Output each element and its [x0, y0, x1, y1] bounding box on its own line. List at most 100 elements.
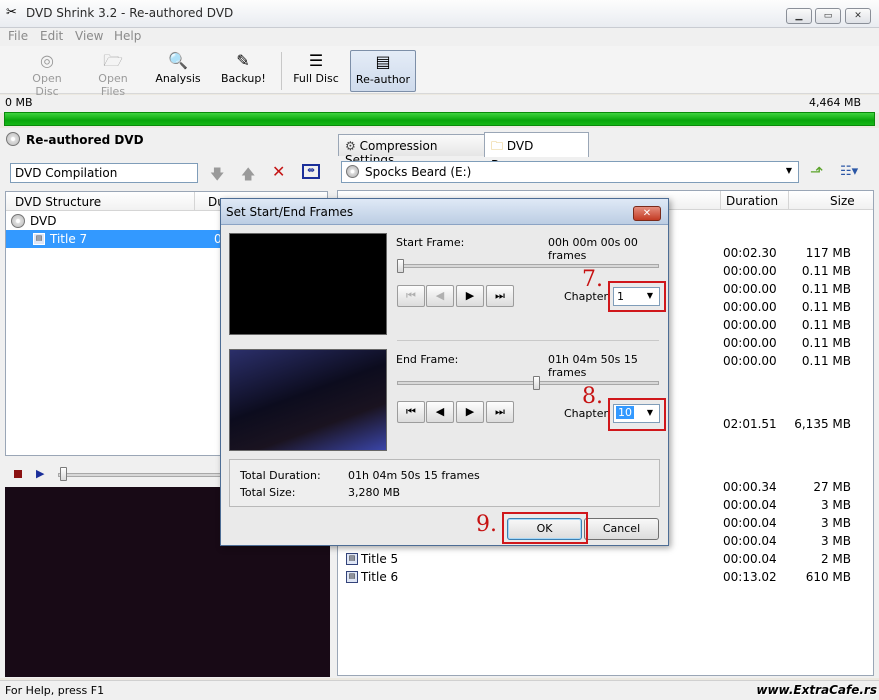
backup-icon: ✎: [236, 51, 250, 70]
open-disc-button[interactable]: ◎ Open Disc: [20, 50, 74, 98]
status-text: For Help, press F1: [5, 684, 105, 697]
dvd-icon: [6, 132, 20, 146]
start-skip-back-button[interactable]: ⏮: [397, 285, 425, 307]
move-down-icon[interactable]: 🡇: [210, 164, 224, 188]
total-size-label: Total Size:: [240, 486, 296, 499]
watermark-text: www.ExtraCafe.rs: [756, 683, 877, 697]
end-frame-thumb[interactable]: [533, 376, 540, 390]
compilation-name-input[interactable]: DVD Compilation: [10, 163, 198, 183]
end-frame-slider[interactable]: [397, 381, 659, 385]
stop-icon[interactable]: [14, 470, 22, 478]
menu-edit[interactable]: Edit: [40, 29, 63, 43]
list-item-title-6[interactable]: ▤ Title 6 00:13.02 610 MB: [338, 568, 873, 586]
total-size-value: 3,280 MB: [348, 486, 401, 499]
item-size: 0.11 MB: [801, 354, 851, 368]
item-size: 2 MB: [820, 552, 851, 566]
re-author-button[interactable]: ▤ Re-author: [350, 50, 416, 92]
full-disc-button[interactable]: ☰ Full Disc: [293, 50, 339, 92]
preview-slider-thumb[interactable]: [60, 467, 67, 481]
column-size[interactable]: Size: [830, 194, 855, 208]
start-frame-thumb[interactable]: [397, 259, 404, 273]
delete-icon[interactable]: ✕: [272, 162, 285, 181]
total-duration-label: Total Duration:: [240, 469, 321, 482]
edit-frames-icon[interactable]: ⇹: [302, 164, 320, 179]
re-author-icon: ▤: [375, 52, 391, 71]
item-duration: 00:00.00: [723, 264, 777, 278]
analysis-button[interactable]: 🔍 Analysis: [155, 50, 201, 92]
item-size: 0.11 MB: [801, 318, 851, 332]
total-duration-value: 01h 04m 50s 15 frames: [348, 469, 480, 482]
section-divider: [397, 340, 659, 341]
disc-icon: ◎: [40, 51, 54, 70]
size-min-label: 0 MB: [5, 96, 33, 109]
move-up-icon[interactable]: 🡅: [241, 164, 255, 188]
size-progress-bar: [4, 112, 875, 126]
column-duration[interactable]: Duration: [726, 194, 778, 208]
size-max-label: 4,464 MB: [808, 96, 861, 109]
full-disc-label: Full Disc: [293, 72, 339, 85]
cancel-button[interactable]: Cancel: [584, 518, 659, 540]
item-size: 610 MB: [805, 570, 851, 584]
item-duration: 00:00.04: [723, 552, 777, 566]
item-size: 6,135 MB: [794, 417, 851, 431]
window-title: DVD Shrink 3.2 - Re-authored DVD: [26, 6, 234, 20]
restore-button[interactable]: ▭: [815, 8, 841, 24]
set-frames-dialog: Set Start/End Frames ✕ Start Frame: 00h …: [220, 198, 669, 546]
analysis-icon: 🔍: [168, 51, 188, 70]
list-item-title-5[interactable]: ▤ Title 5 00:00.04 2 MB: [338, 550, 873, 568]
close-window-button[interactable]: ✕: [845, 8, 871, 24]
item-duration: 00:00.04: [723, 516, 777, 530]
folder-icon: 🗀: [491, 139, 504, 153]
start-skip-forward-button[interactable]: ⏭: [486, 285, 514, 307]
tree-item-label: Title 7: [50, 232, 88, 246]
menu-file[interactable]: File: [8, 29, 28, 43]
tab-dvd-browser[interactable]: 🗀 DVD Browser: [484, 132, 589, 172]
column-dvd-structure[interactable]: DVD Structure: [15, 195, 101, 209]
view-options-icon[interactable]: ☷▾: [840, 164, 858, 179]
end-frame-label: End Frame:: [396, 353, 459, 366]
title-bar: ✂ DVD Shrink 3.2 - Re-authored DVD ▁ ▭ ✕: [0, 0, 879, 28]
item-size: 3 MB: [820, 498, 851, 512]
end-skip-back-button[interactable]: ⏮: [397, 401, 425, 423]
step-9-highlight: [502, 512, 588, 544]
end-step-back-button[interactable]: ◀: [426, 401, 454, 423]
drive-select-value: Spocks Beard (E:): [365, 165, 472, 179]
item-duration: 00:00.00: [723, 336, 777, 350]
start-frame-preview: [229, 233, 387, 335]
backup-button[interactable]: ✎ Backup!: [221, 50, 266, 92]
compression-icon: ⚙: [345, 139, 356, 153]
dialog-close-button[interactable]: ✕: [633, 206, 661, 221]
end-step-forward-button[interactable]: ▶: [456, 401, 484, 423]
menu-view[interactable]: View: [75, 29, 103, 43]
item-duration: 00:00.34: [723, 480, 777, 494]
item-duration: 00:00.04: [723, 498, 777, 512]
item-duration: 00:00.00: [723, 354, 777, 368]
item-duration: 00:02.30: [723, 246, 777, 260]
size-bar: 0 MB 4,464 MB: [0, 95, 879, 113]
toolbar: ◎ Open Disc 🗁 Open Files 🔍 Analysis ✎ Ba…: [0, 46, 879, 98]
dialog-title: Set Start/End Frames: [226, 205, 354, 219]
chevron-down-icon: ▼: [785, 166, 793, 175]
open-files-button[interactable]: 🗁 Open Files: [85, 50, 141, 98]
status-bar: For Help, press F1 www.ExtraCafe.rs: [0, 680, 879, 700]
item-size: 3 MB: [820, 534, 851, 548]
item-duration: 00:00.04: [723, 534, 777, 548]
folder-up-icon[interactable]: ⬏: [810, 162, 823, 181]
step-7-label: 7.: [582, 267, 603, 292]
totals-box: Total Duration: 01h 04m 50s 15 frames To…: [229, 459, 660, 507]
start-frame-slider[interactable]: [397, 264, 659, 268]
step-9-label: 9.: [476, 512, 497, 537]
item-duration: 00:00.00: [723, 318, 777, 332]
item-duration: 00:00.00: [723, 300, 777, 314]
play-icon[interactable]: ▶: [36, 467, 44, 480]
end-skip-forward-button[interactable]: ⏭: [486, 401, 514, 423]
dvd-icon: [11, 214, 25, 228]
start-step-forward-button[interactable]: ▶: [456, 285, 484, 307]
minimize-button[interactable]: ▁: [786, 8, 812, 24]
preview-slider[interactable]: [58, 473, 223, 477]
start-step-back-button[interactable]: ◀: [426, 285, 454, 307]
drive-select[interactable]: Spocks Beard (E:) ▼: [341, 161, 799, 183]
re-author-label: Re-author: [355, 73, 411, 86]
tab-compression-settings[interactable]: ⚙ Compression Settings: [338, 134, 485, 167]
menu-help[interactable]: Help: [114, 29, 141, 43]
